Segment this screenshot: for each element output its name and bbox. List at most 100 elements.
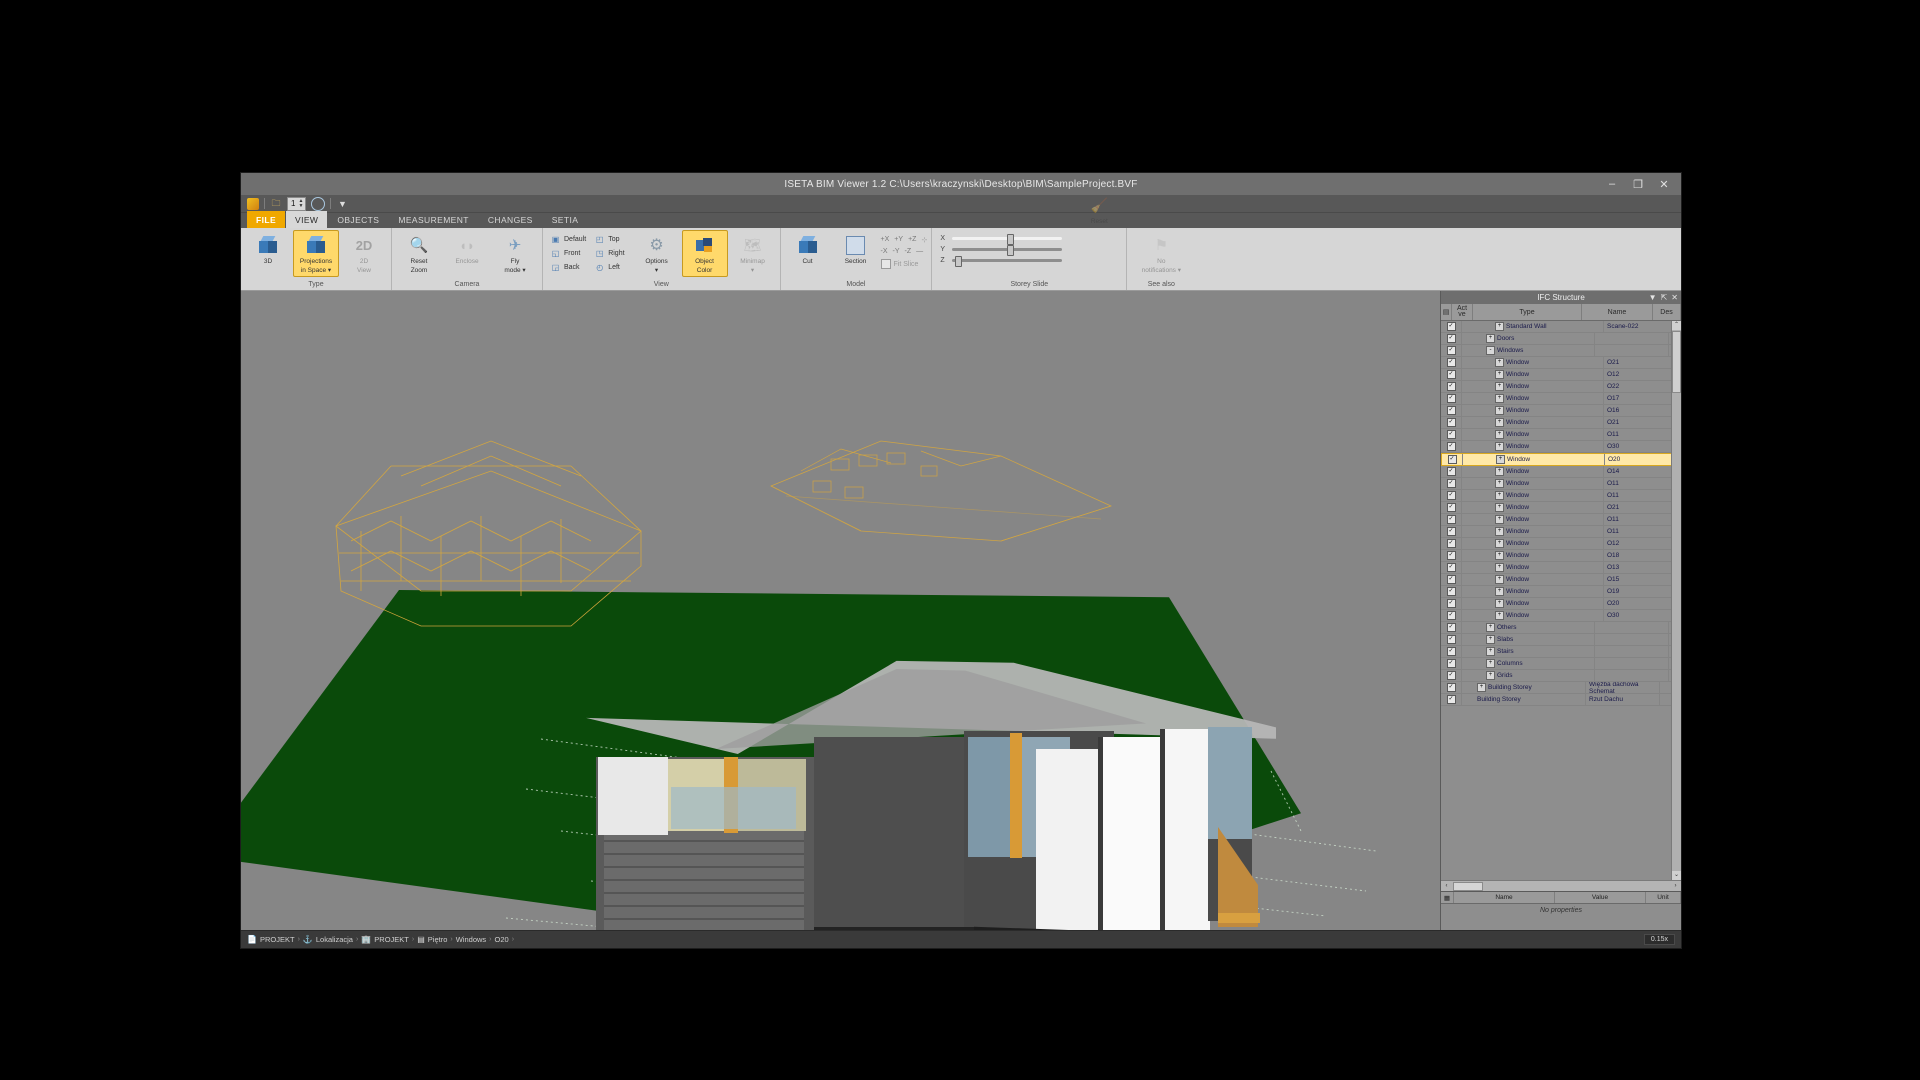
expand-icon[interactable]: + bbox=[1486, 647, 1495, 656]
col-header-active[interactable]: Act ve bbox=[1452, 304, 1473, 320]
minimap-button[interactable]: 🗺 Minimap ▾ bbox=[730, 230, 776, 277]
expand-icon[interactable]: + bbox=[1495, 370, 1504, 379]
checkbox-icon[interactable]: ✓ bbox=[1447, 695, 1456, 704]
scroll-down-button[interactable]: ⌄ bbox=[1672, 871, 1681, 880]
expand-icon[interactable]: + bbox=[1486, 659, 1495, 668]
expand-icon[interactable]: + bbox=[1477, 683, 1486, 692]
breadcrumb-item-lokalizacja[interactable]: Lokalizacja bbox=[316, 935, 353, 944]
slider-knob-y[interactable] bbox=[1007, 245, 1014, 256]
table-row[interactable]: ✓+WindowO21 bbox=[1441, 357, 1681, 369]
expand-icon[interactable]: + bbox=[1495, 527, 1504, 536]
breadcrumb-item-windows[interactable]: Windows bbox=[456, 935, 486, 944]
tab-setia[interactable]: SETIA bbox=[543, 211, 588, 228]
slider-knob-x[interactable] bbox=[1007, 234, 1014, 245]
slider-track-z[interactable] bbox=[952, 259, 1062, 262]
row-checkbox-cell[interactable]: ✓ bbox=[1441, 490, 1462, 501]
stepper-arrows[interactable]: ▲ ▼ bbox=[298, 199, 305, 209]
row-checkbox-cell[interactable]: ✓ bbox=[1441, 345, 1462, 356]
axis-plus-y[interactable]: +Y bbox=[894, 236, 903, 244]
row-checkbox-cell[interactable]: ✓ bbox=[1441, 586, 1462, 597]
expand-icon[interactable]: + bbox=[1495, 442, 1504, 451]
expand-icon[interactable]: + bbox=[1495, 551, 1504, 560]
table-row[interactable]: ✓+WindowO11 bbox=[1441, 490, 1681, 502]
col-header-type[interactable]: Type bbox=[1473, 304, 1582, 320]
crosshair-icon[interactable]: ⊹ bbox=[921, 236, 927, 244]
table-row[interactable]: ✓+Building StoreyWięźba dachowa Schemat bbox=[1441, 682, 1681, 694]
dash-icon[interactable]: — bbox=[916, 248, 923, 255]
axis-minus-y[interactable]: -Y bbox=[893, 248, 900, 255]
expand-icon[interactable]: + bbox=[1495, 599, 1504, 608]
checkbox-icon[interactable]: ✓ bbox=[1447, 370, 1456, 379]
tab-objects[interactable]: OBJECTS bbox=[328, 211, 388, 228]
page-number-stepper[interactable]: 1 ▲ ▼ bbox=[287, 197, 306, 211]
hscroll-right-button[interactable]: › bbox=[1671, 883, 1680, 889]
checkbox-icon[interactable]: ✓ bbox=[1447, 406, 1456, 415]
row-checkbox-cell[interactable]: ✓ bbox=[1441, 694, 1462, 705]
ifc-tree[interactable]: ✓+Standard WallScane-022✓+Doors✓-Windows… bbox=[1441, 321, 1681, 880]
table-row[interactable]: ✓+WindowO11 bbox=[1441, 429, 1681, 441]
breadcrumb-item-projekt-2[interactable]: PROJEKT bbox=[374, 935, 409, 944]
hscroll-left-button[interactable]: ‹ bbox=[1442, 883, 1451, 889]
col-header-description[interactable]: Des bbox=[1653, 304, 1681, 320]
row-checkbox-cell[interactable]: ✓ bbox=[1441, 478, 1462, 489]
checkbox-icon[interactable]: ✓ bbox=[1447, 623, 1456, 632]
expand-icon[interactable]: + bbox=[1495, 479, 1504, 488]
row-checkbox-cell[interactable]: ✓ bbox=[1441, 429, 1462, 440]
table-row[interactable]: ✓+Standard WallScane-022 bbox=[1441, 321, 1681, 333]
reset-zoom-button[interactable]: 🔍 Reset Zoom bbox=[396, 230, 442, 277]
tree-horizontal-scrollbar[interactable]: ‹ › bbox=[1441, 880, 1681, 891]
row-checkbox-cell[interactable]: ✓ bbox=[1441, 670, 1462, 681]
view-default-button[interactable]: ▣ Default bbox=[547, 233, 589, 246]
checkbox-icon[interactable]: ✓ bbox=[1447, 587, 1456, 596]
axis-plus-z[interactable]: +Z bbox=[908, 236, 916, 244]
expand-icon[interactable]: + bbox=[1486, 623, 1495, 632]
table-row[interactable]: ✓+Slabs bbox=[1441, 634, 1681, 646]
axis-minus-z[interactable]: -Z bbox=[905, 248, 912, 255]
checkbox-icon[interactable]: ✓ bbox=[1447, 539, 1456, 548]
row-checkbox-cell[interactable]: ✓ bbox=[1441, 357, 1462, 368]
view-back-button[interactable]: ◲ Back bbox=[547, 261, 589, 274]
checkbox-icon[interactable]: ✓ bbox=[1447, 683, 1456, 692]
checkbox-icon[interactable]: ✓ bbox=[1447, 479, 1456, 488]
checkbox-icon[interactable]: ✓ bbox=[1447, 551, 1456, 560]
checkbox-icon[interactable]: ✓ bbox=[1447, 611, 1456, 620]
row-checkbox-cell[interactable]: ✓ bbox=[1441, 502, 1462, 513]
expand-icon[interactable]: + bbox=[1495, 563, 1504, 572]
row-checkbox-cell[interactable]: ✓ bbox=[1441, 405, 1462, 416]
checkbox-icon[interactable]: ✓ bbox=[1447, 599, 1456, 608]
row-checkbox-cell[interactable]: ✓ bbox=[1441, 466, 1462, 477]
table-row[interactable]: ✓+WindowO20 bbox=[1441, 598, 1681, 610]
table-row[interactable]: ✓+WindowO13 bbox=[1441, 562, 1681, 574]
row-checkbox-cell[interactable]: ✓ bbox=[1441, 538, 1462, 549]
collapse-icon[interactable]: - bbox=[1486, 346, 1495, 355]
view-left-button[interactable]: ◴ Left bbox=[591, 261, 627, 274]
tab-view[interactable]: VIEW bbox=[286, 211, 327, 228]
target-icon[interactable] bbox=[311, 197, 325, 211]
checkbox-icon[interactable]: ✓ bbox=[1447, 382, 1456, 391]
table-row[interactable]: ✓+WindowO22 bbox=[1441, 381, 1681, 393]
view-top-button[interactable]: ◰ Top bbox=[591, 233, 627, 246]
tab-file[interactable]: FILE bbox=[247, 211, 285, 228]
table-row[interactable]: ✓+WindowO21 bbox=[1441, 502, 1681, 514]
table-row[interactable]: ✓+WindowO18 bbox=[1441, 550, 1681, 562]
checkbox-icon[interactable]: ✓ bbox=[1447, 515, 1456, 524]
expand-icon[interactable]: + bbox=[1495, 382, 1504, 391]
table-row[interactable]: ✓+Columns bbox=[1441, 658, 1681, 670]
expand-icon[interactable]: + bbox=[1495, 322, 1504, 331]
checkbox-icon[interactable]: ✓ bbox=[1447, 418, 1456, 427]
table-row[interactable]: ✓Building StoreyRzut Dachu bbox=[1441, 694, 1681, 706]
3d-viewport[interactable]: F 6 5 4 3 A B C D E bbox=[241, 291, 1440, 930]
tab-changes[interactable]: CHANGES bbox=[479, 211, 542, 228]
axis-plus-x[interactable]: +X bbox=[881, 236, 890, 244]
row-checkbox-cell[interactable]: ✓ bbox=[1441, 381, 1462, 392]
table-row[interactable]: ✓+WindowO12 bbox=[1441, 369, 1681, 381]
table-row[interactable]: ✓+WindowO30 bbox=[1441, 441, 1681, 453]
expand-icon[interactable]: + bbox=[1495, 467, 1504, 476]
expand-icon[interactable]: + bbox=[1495, 394, 1504, 403]
row-checkbox-cell[interactable]: ✓ bbox=[1441, 646, 1462, 657]
stepper-down[interactable]: ▼ bbox=[298, 204, 303, 209]
prop-col-name[interactable]: Name bbox=[1454, 892, 1555, 903]
breadcrumb-item-projekt-1[interactable]: PROJEKT bbox=[260, 935, 295, 944]
row-checkbox-cell[interactable]: ✓ bbox=[1441, 550, 1462, 561]
minimize-button[interactable]: – bbox=[1599, 174, 1625, 194]
